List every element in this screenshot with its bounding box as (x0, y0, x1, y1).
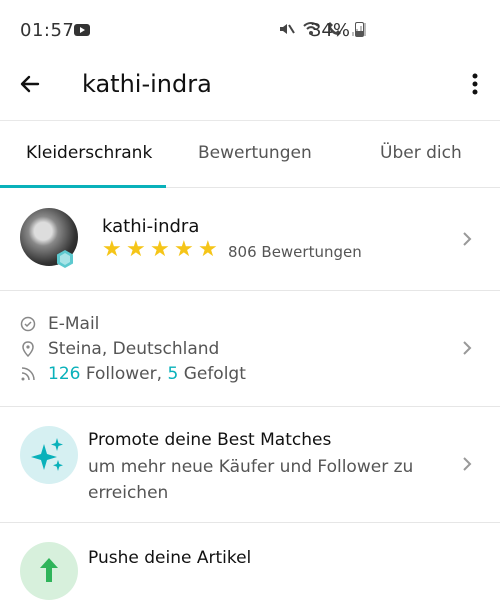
following-label: Gefolgt (183, 364, 246, 384)
tab-bar: Kleiderschrank Bewertungen Über dich (0, 120, 500, 188)
promo-subtitle: um mehr neue Käufer und Follower zu erre… (88, 457, 414, 503)
battery-icon (355, 22, 364, 37)
feed-icon (21, 367, 35, 381)
location-text: Steina, Deutschland (48, 339, 220, 359)
follower-stats: 126 Follower, 5 Gefolgt (48, 364, 246, 384)
battery-percent: 34% (309, 20, 350, 41)
followers-line: 126 Follower, 5 Gefolgt (20, 364, 246, 384)
sparkle-icon (31, 438, 63, 471)
chevron-right-icon (463, 457, 472, 471)
profile-name: kathi-indra (102, 216, 200, 237)
promo-title: Promote deine Best Matches (88, 430, 332, 450)
promo-icon-circle (20, 426, 78, 484)
push-items-row[interactable]: Pushe deine Artikel (0, 522, 500, 600)
app-bar (0, 60, 500, 120)
status-bar: 01:57 34% (0, 0, 500, 60)
star-icon: ★ (198, 237, 218, 262)
chevron-right-icon (463, 232, 472, 246)
youtube-notification-icon (74, 24, 90, 36)
star-icon: ★ (126, 237, 146, 262)
more-options-icon[interactable] (472, 72, 478, 96)
status-time: 01:57 (20, 20, 75, 41)
star-icon: ★ (102, 237, 122, 262)
tab-kleiderschrank[interactable]: Kleiderschrank (26, 143, 152, 163)
page-title: kathi-indra (82, 70, 212, 98)
email-verified-label: E-Mail (48, 314, 100, 334)
followers-label: Follower, (85, 364, 163, 384)
email-line: E-Mail (20, 314, 99, 334)
arrow-up-icon (40, 558, 58, 582)
tab-bewertungen[interactable]: Bewertungen (198, 143, 312, 163)
followers-count[interactable]: 126 (48, 364, 80, 384)
profile-row[interactable]: kathi-indra ★ ★ ★ ★ ★ 806 Bewertungen (0, 188, 500, 291)
review-count: 806 Bewertungen (228, 243, 362, 261)
push-icon-circle (20, 542, 78, 600)
verified-badge-icon (57, 250, 73, 268)
following-count[interactable]: 5 (167, 364, 178, 384)
star-icon: ★ (150, 237, 170, 262)
star-icon: ★ (174, 237, 194, 262)
push-title: Pushe deine Artikel (88, 548, 252, 568)
mute-icon (280, 24, 295, 34)
promote-row[interactable]: Promote deine Best Matches um mehr neue … (0, 406, 500, 523)
location-pin-icon (22, 341, 34, 357)
chevron-right-icon (463, 341, 472, 355)
check-circle-icon (20, 316, 36, 332)
rating-stars: ★ ★ ★ ★ ★ (102, 237, 218, 262)
info-row[interactable]: E-Mail Steina, Deutschland 126 Follower,… (0, 290, 500, 407)
location-line: Steina, Deutschland (20, 339, 219, 359)
tab-ueber-dich[interactable]: Über dich (380, 143, 462, 163)
back-arrow-icon[interactable] (18, 72, 42, 96)
